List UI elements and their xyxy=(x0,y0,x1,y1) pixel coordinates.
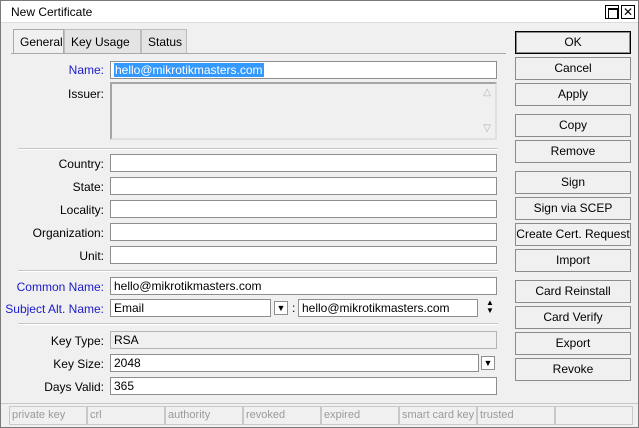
maximize-icon[interactable] xyxy=(605,5,619,19)
days-valid-label: Days Valid: xyxy=(44,380,104,394)
up-down-arrows-icon[interactable]: ▲ ▼ xyxy=(483,299,497,317)
tab-general[interactable]: General xyxy=(13,29,64,54)
remove-button[interactable]: Remove xyxy=(515,140,631,163)
status-flag-authority: authority xyxy=(165,406,243,425)
state-input[interactable] xyxy=(110,177,497,195)
sign-button[interactable]: Sign xyxy=(515,171,631,194)
key-size-select[interactable]: 2048 xyxy=(110,354,479,372)
card-verify-button[interactable]: Card Verify xyxy=(515,306,631,329)
status-flag-crl: crl xyxy=(87,406,165,425)
state-label: State: xyxy=(72,180,104,194)
separator xyxy=(18,148,498,150)
tab-status[interactable]: Status xyxy=(141,29,187,53)
status-flag-trusted: trusted xyxy=(477,406,555,425)
window-title: New Certificate xyxy=(11,5,93,19)
unit-label: Unit: xyxy=(79,249,104,263)
key-type-field: RSA xyxy=(110,331,497,349)
export-button[interactable]: Export xyxy=(515,332,631,355)
unit-input[interactable] xyxy=(110,246,497,264)
create-cert-request-button[interactable]: Create Cert. Request xyxy=(515,223,631,246)
locality-label: Locality: xyxy=(59,203,104,217)
key-type-label: Key Type: xyxy=(50,334,104,348)
status-flag-private-key: private key xyxy=(9,406,87,425)
scroll-down-icon[interactable]: ▽ xyxy=(483,124,491,134)
name-input[interactable]: hello@mikrotikmasters.com xyxy=(110,61,497,79)
scroll-up-icon[interactable]: △ xyxy=(483,88,491,98)
import-button[interactable]: Import xyxy=(515,249,631,272)
organization-input[interactable] xyxy=(110,223,497,241)
status-flag-revoked: revoked xyxy=(243,406,321,425)
key-size-label: Key Size: xyxy=(53,357,104,371)
country-label: Country: xyxy=(58,157,104,171)
common-name-input[interactable]: hello@mikrotikmasters.com xyxy=(110,277,497,295)
status-flag-smart-card-key: smart card key xyxy=(399,406,477,425)
revoke-button[interactable]: Revoke xyxy=(515,358,631,381)
title-bar[interactable]: New Certificate ✕ xyxy=(1,1,638,23)
separator xyxy=(18,323,498,325)
common-name-label: Common Name: xyxy=(16,280,104,294)
dropdown-arrow-icon[interactable]: ▼ xyxy=(481,356,495,370)
close-icon[interactable]: ✕ xyxy=(621,5,635,19)
subject-alt-name-type-select[interactable]: Email xyxy=(110,299,271,317)
issuer-textarea[interactable]: △ ▽ xyxy=(110,82,497,140)
status-flag-empty xyxy=(555,406,633,425)
new-certificate-window: New Certificate ✕ General Key Usage Stat… xyxy=(0,0,639,428)
tab-key-usage[interactable]: Key Usage xyxy=(64,29,141,53)
locality-input[interactable] xyxy=(110,200,497,218)
status-bar: private key crl authority revoked expire… xyxy=(1,403,638,427)
card-reinstall-button[interactable]: Card Reinstall xyxy=(515,280,631,303)
country-input[interactable] xyxy=(110,154,497,172)
copy-button[interactable]: Copy xyxy=(515,114,631,137)
subject-alt-name-label: Subject Alt. Name: xyxy=(5,302,104,316)
ok-button[interactable]: OK xyxy=(515,31,631,54)
status-flag-expired: expired xyxy=(321,406,399,425)
dropdown-arrow-icon[interactable]: ▼ xyxy=(274,301,288,315)
separator xyxy=(18,270,498,272)
organization-label: Organization: xyxy=(32,226,104,240)
name-label: Name: xyxy=(68,63,104,77)
name-value: hello@mikrotikmasters.com xyxy=(114,63,264,77)
sign-via-scep-button[interactable]: Sign via SCEP xyxy=(515,197,631,220)
days-valid-input[interactable]: 365 xyxy=(110,377,497,395)
cancel-button[interactable]: Cancel xyxy=(515,57,631,80)
subject-alt-name-input[interactable]: hello@mikrotikmasters.com xyxy=(298,299,478,317)
subject-alt-name-separator: : xyxy=(292,301,296,315)
issuer-label: Issuer: xyxy=(67,87,104,101)
apply-button[interactable]: Apply xyxy=(515,83,631,106)
